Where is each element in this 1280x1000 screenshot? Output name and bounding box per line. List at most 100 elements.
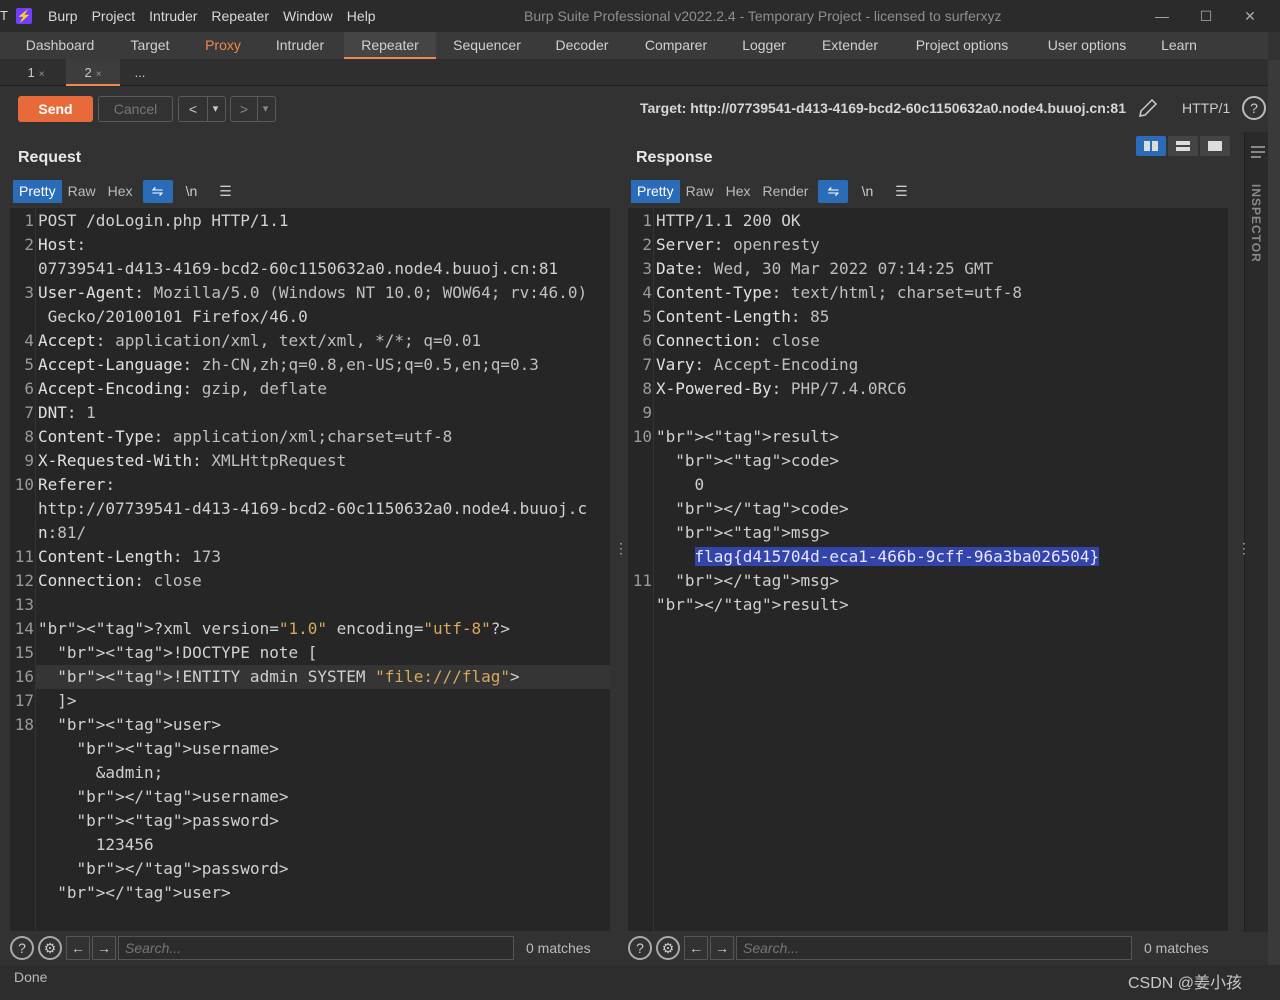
tab-target[interactable]: Target: [116, 32, 184, 59]
menu-icon[interactable]: ☰: [886, 180, 916, 203]
settings-gear-icon[interactable]: ⚙: [38, 936, 62, 960]
repeater-tab-1[interactable]: 1 ×: [12, 59, 60, 86]
stacked-layout-icon[interactable]: [1168, 136, 1198, 156]
response-tab-render[interactable]: Render: [757, 180, 815, 203]
response-editor[interactable]: 1 HTTP/1.1 200 OK 2 Server: openresty 3 Date:…: [628, 208, 1228, 931]
next-match-icon[interactable]: →: [92, 936, 116, 960]
line-number: 17: [14, 691, 34, 710]
tabbed-layout-icon[interactable]: [1200, 136, 1230, 156]
next-match-icon[interactable]: →: [710, 936, 734, 960]
menu-help[interactable]: Help: [347, 8, 376, 24]
line-number: 12: [14, 571, 34, 590]
tab-sequencer[interactable]: Sequencer: [442, 32, 532, 59]
tab-repeater[interactable]: Repeater: [344, 32, 436, 59]
response-tab-hex[interactable]: Hex: [720, 180, 757, 203]
help-icon[interactable]: ?: [10, 936, 34, 960]
request-editor[interactable]: 1 POST /doLogin.php HTTP/1.1 2 Host: 0773954…: [10, 208, 610, 931]
line-number: 4: [24, 331, 34, 350]
request-view-tabs: Pretty Raw Hex ⇋ \n ☰: [13, 180, 241, 203]
response-title: Response: [636, 149, 713, 166]
request-tab-hex[interactable]: Hex: [102, 180, 139, 203]
inspector-splitter-handle[interactable]: ⋮: [1237, 540, 1251, 557]
back-arrow-icon[interactable]: <: [179, 97, 207, 121]
edit-target-icon[interactable]: [1136, 96, 1160, 120]
back-dropdown-icon[interactable]: ▾: [207, 97, 223, 121]
back-button[interactable]: < ▾: [178, 96, 226, 122]
tab-comparer[interactable]: Comparer: [634, 32, 718, 59]
menu-intruder[interactable]: Intruder: [149, 8, 197, 24]
close-tab-icon[interactable]: ×: [39, 69, 45, 80]
tab-decoder[interactable]: Decoder: [546, 32, 618, 59]
window-edge: [1268, 60, 1280, 965]
response-tab-raw[interactable]: Raw: [680, 180, 720, 203]
show-newlines-icon[interactable]: \n: [177, 180, 207, 203]
send-button[interactable]: Send: [18, 96, 93, 122]
tab-dashboard[interactable]: Dashboard: [12, 32, 108, 59]
line-number: 16: [14, 667, 34, 686]
forward-arrow-icon[interactable]: >: [231, 97, 257, 121]
repeater-tab-new[interactable]: ...: [124, 59, 156, 86]
code-line: "br"></"tag">password>: [76, 859, 289, 878]
line-number: 5: [642, 307, 652, 326]
line-number: 3: [642, 259, 652, 278]
line-number: 6: [24, 379, 34, 398]
show-newlines-icon[interactable]: \n: [852, 180, 882, 203]
code-line: "br"></"tag">msg>: [675, 571, 840, 590]
close-tab-icon[interactable]: ×: [96, 69, 102, 80]
search-input[interactable]: [736, 936, 1132, 960]
main-tabs: Dashboard Target Proxy Intruder Repeater…: [0, 32, 1268, 59]
splitter-handle[interactable]: ⋮: [614, 540, 628, 557]
line-number: 5: [24, 355, 34, 374]
tab-project-options[interactable]: Project options: [904, 32, 1020, 59]
settings-gear-icon[interactable]: ⚙: [656, 936, 680, 960]
code-line: Vary: Accept-Encoding: [656, 355, 859, 374]
wrap-lines-icon[interactable]: ⇋: [818, 180, 849, 203]
repeater-toolbar: Send Cancel < ▾ > ▾ Target: http://07739…: [0, 86, 1268, 132]
forward-button[interactable]: > ▾: [230, 96, 276, 122]
code-line: Accept-Language: zh-CN,zh;q=0.8,en-US;q=…: [38, 355, 539, 374]
tab-logger[interactable]: Logger: [732, 32, 796, 59]
minimize-button[interactable]: —: [1142, 4, 1182, 28]
match-count: 0 matches: [526, 940, 591, 956]
repeater-tab-label: 1: [27, 65, 35, 80]
line-number: 9: [642, 403, 652, 422]
menu-project[interactable]: Project: [92, 8, 136, 24]
inspector-tab[interactable]: INSPECTOR: [1249, 184, 1263, 263]
code-line: "br"><"tag">msg>: [675, 523, 830, 542]
request-tab-pretty[interactable]: Pretty: [13, 180, 62, 203]
menu-window[interactable]: Window: [283, 8, 333, 24]
previous-match-icon[interactable]: ←: [66, 936, 90, 960]
tab-user-options[interactable]: User options: [1036, 32, 1138, 59]
tab-intruder[interactable]: Intruder: [262, 32, 338, 59]
code-line: User-Agent: Mozilla/5.0 (Windows NT 10.0…: [38, 283, 588, 302]
help-icon[interactable]: ?: [1242, 96, 1266, 120]
forward-dropdown-icon[interactable]: ▾: [257, 97, 273, 121]
search-input[interactable]: [118, 936, 514, 960]
previous-match-icon[interactable]: ←: [684, 936, 708, 960]
tab-extender[interactable]: Extender: [810, 32, 890, 59]
cancel-button[interactable]: Cancel: [98, 96, 173, 122]
tab-learn[interactable]: Learn: [1152, 32, 1206, 59]
maximize-button[interactable]: ☐: [1186, 4, 1226, 28]
code-line: Content-Length: 173: [38, 547, 222, 566]
request-tab-raw[interactable]: Raw: [62, 180, 102, 203]
repeater-tab-label: 2: [84, 65, 92, 80]
code-line: "br"><"tag">user>: [57, 715, 222, 734]
http-version-toggle[interactable]: HTTP/1: [1182, 100, 1230, 116]
wrap-lines-icon[interactable]: ⇋: [142, 180, 173, 203]
close-window-button[interactable]: ✕: [1230, 4, 1270, 28]
code-line: "br"></"tag">user>: [57, 883, 231, 902]
target-url: Target: http://07739541-d413-4169-bcd2-6…: [639, 100, 1126, 116]
repeater-tab-2[interactable]: 2 ×: [66, 59, 120, 86]
code-line: Server: openresty: [656, 235, 820, 254]
code-line: Accept: application/xml, text/xml, */*; …: [38, 331, 482, 350]
side-by-side-layout-icon[interactable]: [1136, 136, 1166, 156]
watermark: CSDN @姜小孩: [1128, 975, 1243, 992]
menu-burp[interactable]: Burp: [48, 8, 78, 24]
code-line: &admin;: [38, 763, 164, 782]
help-icon[interactable]: ?: [628, 936, 652, 960]
tab-proxy[interactable]: Proxy: [192, 32, 254, 59]
menu-icon[interactable]: ☰: [211, 180, 241, 203]
menu-repeater[interactable]: Repeater: [211, 8, 269, 24]
response-tab-pretty[interactable]: Pretty: [631, 180, 680, 203]
